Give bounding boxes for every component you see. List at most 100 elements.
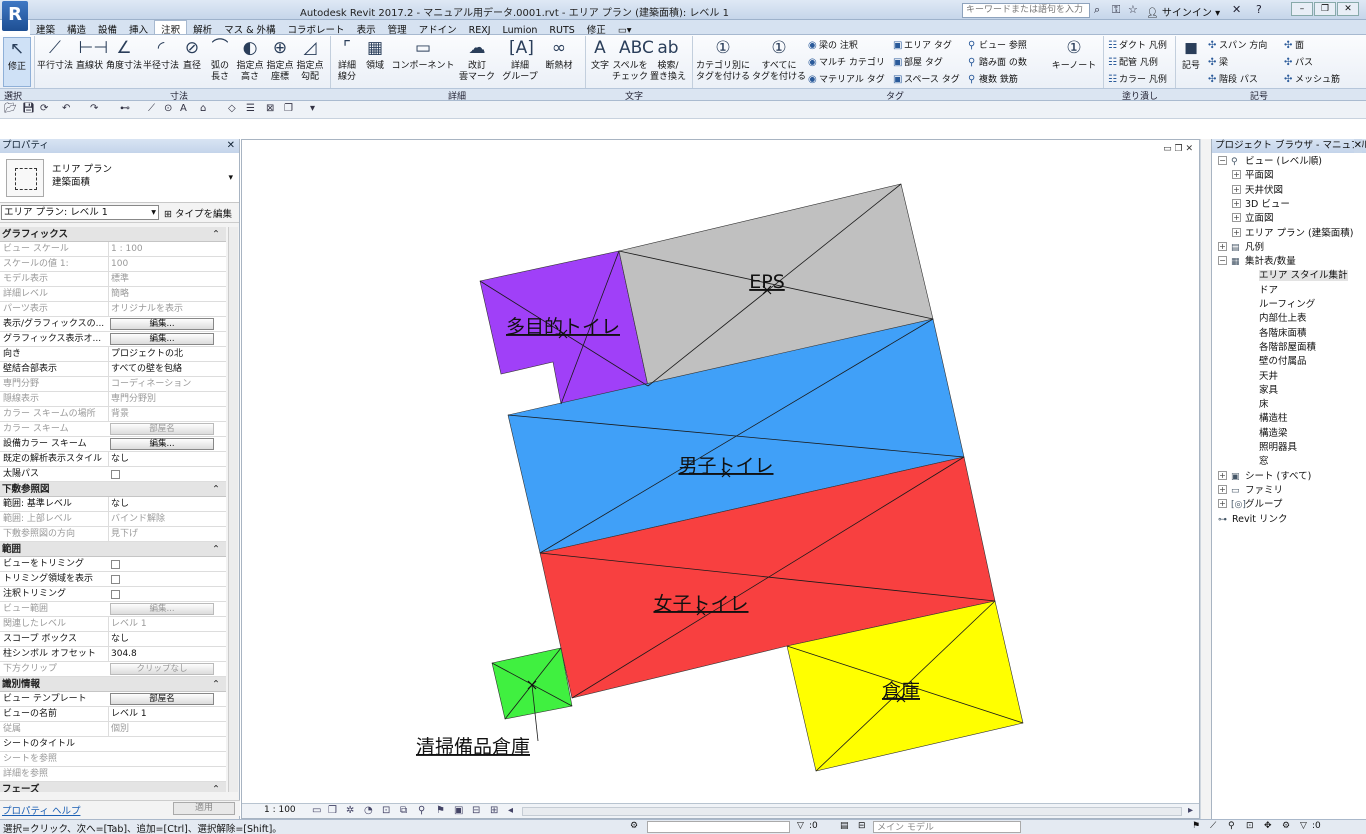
close-icon[interactable]: ✕ [1185, 144, 1193, 154]
editable-only-icon[interactable]: ⊟ [858, 821, 866, 831]
tag-icon[interactable]: ⊙ [164, 103, 172, 114]
ribbon-button[interactable]: ⌜ 詳細 線分 [333, 37, 361, 89]
tag-tool-button[interactable]: ◉ 梁の 注釈 [808, 38, 858, 51]
ribbon-tab[interactable]: 修正 [581, 21, 612, 36]
browser-node[interactable]: + 平面図 [1232, 169, 1274, 182]
drawing-area[interactable]: ▭ ❐ ✕ 多目的トイレ EPS 男子トイレ 女子トイレ 倉庫 清掃備品倉庫 1… [241, 139, 1200, 819]
browser-node[interactable]: + 天井伏図 [1232, 184, 1283, 197]
legend-button[interactable]: ☷ ダクト 凡例 [1108, 38, 1167, 51]
browser-node[interactable]: ⊶ Revit リンク [1218, 513, 1288, 527]
property-value[interactable]: なし [108, 497, 224, 511]
revit-logo-button[interactable]: R [2, 1, 28, 31]
property-edit-button[interactable]: 編集... [110, 318, 214, 330]
customize-icon[interactable]: ▾ [310, 103, 315, 114]
room-area-green[interactable] [491, 647, 573, 720]
ribbon-tab[interactable]: 解析 [187, 21, 218, 36]
browser-node[interactable]: + [◎]グループ [1218, 498, 1282, 512]
type-selector[interactable]: エリア プラン 建築面積 ▾ [0, 153, 239, 203]
property-value[interactable]: 304.8 [108, 647, 224, 661]
filter-icon[interactable]: ▽ [797, 821, 804, 831]
browser-node[interactable]: + ▭ ファミリ [1218, 484, 1283, 498]
switch-windows-icon[interactable]: ❐ [284, 103, 293, 114]
legend-button[interactable]: ☷ カラー 凡例 [1108, 72, 1167, 85]
restore-icon[interactable]: ❐ [1175, 144, 1183, 154]
area-plan-canvas[interactable]: 多目的トイレ EPS 男子トイレ 女子トイレ 倉庫 清掃備品倉庫 [242, 140, 1199, 804]
text-icon[interactable]: A [180, 103, 187, 114]
close-icon[interactable]: ✕ [1337, 2, 1359, 16]
property-value[interactable]: コーディネーション [108, 377, 224, 391]
property-value[interactable]: すべての壁を包絡 [108, 362, 224, 376]
property-value[interactable]: 100 [108, 257, 224, 271]
room-label[interactable]: 清掃備品倉庫 [416, 736, 530, 758]
ribbon-tab[interactable]: 構造 [61, 21, 92, 36]
collapse-icon[interactable]: − [1218, 256, 1227, 266]
ribbon-button[interactable]: ABC スペルを チェック [612, 37, 654, 89]
edit-type-button[interactable]: ⊞ タイプを編集 [164, 206, 232, 220]
ribbon-button[interactable]: ⊕ 指定点 座標 [265, 37, 295, 89]
property-value[interactable]: 標準 [108, 272, 224, 286]
visual-style-icon[interactable]: ❒ [328, 805, 337, 816]
browser-node[interactable]: 天井 [1246, 370, 1278, 383]
property-value[interactable]: なし [108, 452, 224, 466]
ribbon-button[interactable]: ▦ 領域 [361, 37, 389, 89]
filter-icon[interactable]: ▽ [1300, 821, 1307, 831]
pinned-icon[interactable]: ⚲ [1228, 821, 1235, 831]
ribbon-tab[interactable]: アドイン [413, 21, 463, 36]
browser-node[interactable]: 各階部屋面積 [1246, 341, 1316, 354]
expand-icon[interactable]: + [1218, 484, 1227, 494]
browser-node[interactable]: 内部仕上表 [1246, 312, 1307, 325]
browser-node[interactable]: ルーフィング [1246, 298, 1315, 311]
ribbon-tab[interactable]: コラボレート [282, 21, 351, 36]
dimension-icon[interactable]: ⟋ [148, 103, 155, 114]
apply-button[interactable]: 適用 [173, 802, 235, 815]
tag-tool-button[interactable]: ◉ マルチ カテゴリ [808, 55, 885, 68]
3d-view-icon[interactable]: ⌂ [200, 103, 206, 114]
ribbon-tab[interactable]: 管理 [382, 21, 413, 36]
property-value[interactable]: レベル 1 [108, 617, 224, 631]
symbol-tool-button[interactable]: ✣ スパン 方向 [1208, 38, 1267, 51]
property-value[interactable]: 専門分野別 [108, 392, 224, 406]
underlay-icon[interactable]: ⟋ [1210, 821, 1216, 831]
symbol-tool-button[interactable]: ✣ 階段 パス [1208, 72, 1258, 85]
browser-node[interactable]: 家具 [1246, 384, 1278, 397]
property-value[interactable]: 1 : 100 [108, 242, 224, 256]
scroll-left-icon[interactable]: ◂ [508, 805, 513, 816]
symbol-tool-button[interactable]: ✣ パス [1284, 55, 1313, 68]
workset-select[interactable] [647, 821, 790, 833]
drag-elements-icon[interactable]: ✥ [1264, 821, 1272, 831]
expand-icon[interactable]: + [1232, 213, 1241, 223]
redo-icon[interactable]: ↷ [90, 103, 98, 114]
property-group-header[interactable]: 範囲 [0, 542, 226, 557]
properties-help-link[interactable]: プロパティ ヘルプ [2, 803, 80, 817]
collapse-icon[interactable]: − [1218, 156, 1227, 165]
temp-hide-icon[interactable]: ⚲ [418, 805, 425, 816]
expand-icon[interactable]: + [1232, 198, 1241, 208]
expand-icon[interactable]: + [1232, 184, 1241, 194]
property-value[interactable]: オリジナルを表示 [108, 302, 224, 316]
instance-filter-select[interactable]: エリア プラン: レベル 1 ▾ [1, 205, 159, 220]
property-checkbox[interactable] [111, 590, 120, 599]
browser-node[interactable]: 各階床面積 [1246, 327, 1307, 340]
browser-node[interactable]: − ⚲ ビュー (レベル順) [1218, 155, 1322, 169]
tag-tool-button[interactable]: ⚲ 踏み面 の数 [968, 55, 1027, 68]
tag-tool-button[interactable]: ⚲ ビュー 参照 [968, 38, 1027, 51]
shadows-icon[interactable]: ◔ [364, 805, 373, 816]
symbol-tool-button[interactable]: ✣ メッシュ筋 [1284, 72, 1340, 85]
property-value[interactable]: プロジェクトの北 [108, 347, 224, 361]
star-icon[interactable]: ☆ [1128, 3, 1138, 16]
ribbon-button[interactable]: ☁ 改訂 雲マーク [457, 37, 497, 89]
tag-tool-button[interactable]: ▣ エリア タグ [893, 38, 952, 51]
restore-icon[interactable]: ❐ [1314, 2, 1336, 16]
browser-node[interactable]: 構造梁 [1246, 427, 1288, 440]
tag-tool-button[interactable]: ◉ マテリアル タグ [808, 72, 885, 85]
ribbon-button[interactable]: ⊢⊣ 直線状 [74, 37, 108, 89]
property-checkbox[interactable] [111, 470, 120, 479]
property-edit-button[interactable]: 編集... [110, 333, 214, 345]
links-icon[interactable]: ⚑ [1192, 821, 1200, 831]
section-icon[interactable]: ◇ [228, 103, 236, 114]
expand-icon[interactable]: + [1218, 241, 1227, 251]
show-crop-icon[interactable]: ⧉ [400, 805, 407, 816]
modify-button[interactable]: ↖ 修正 [3, 37, 31, 87]
property-value[interactable]: バインド解除 [108, 512, 224, 526]
crop-view-icon[interactable]: ⊡ [382, 805, 390, 816]
